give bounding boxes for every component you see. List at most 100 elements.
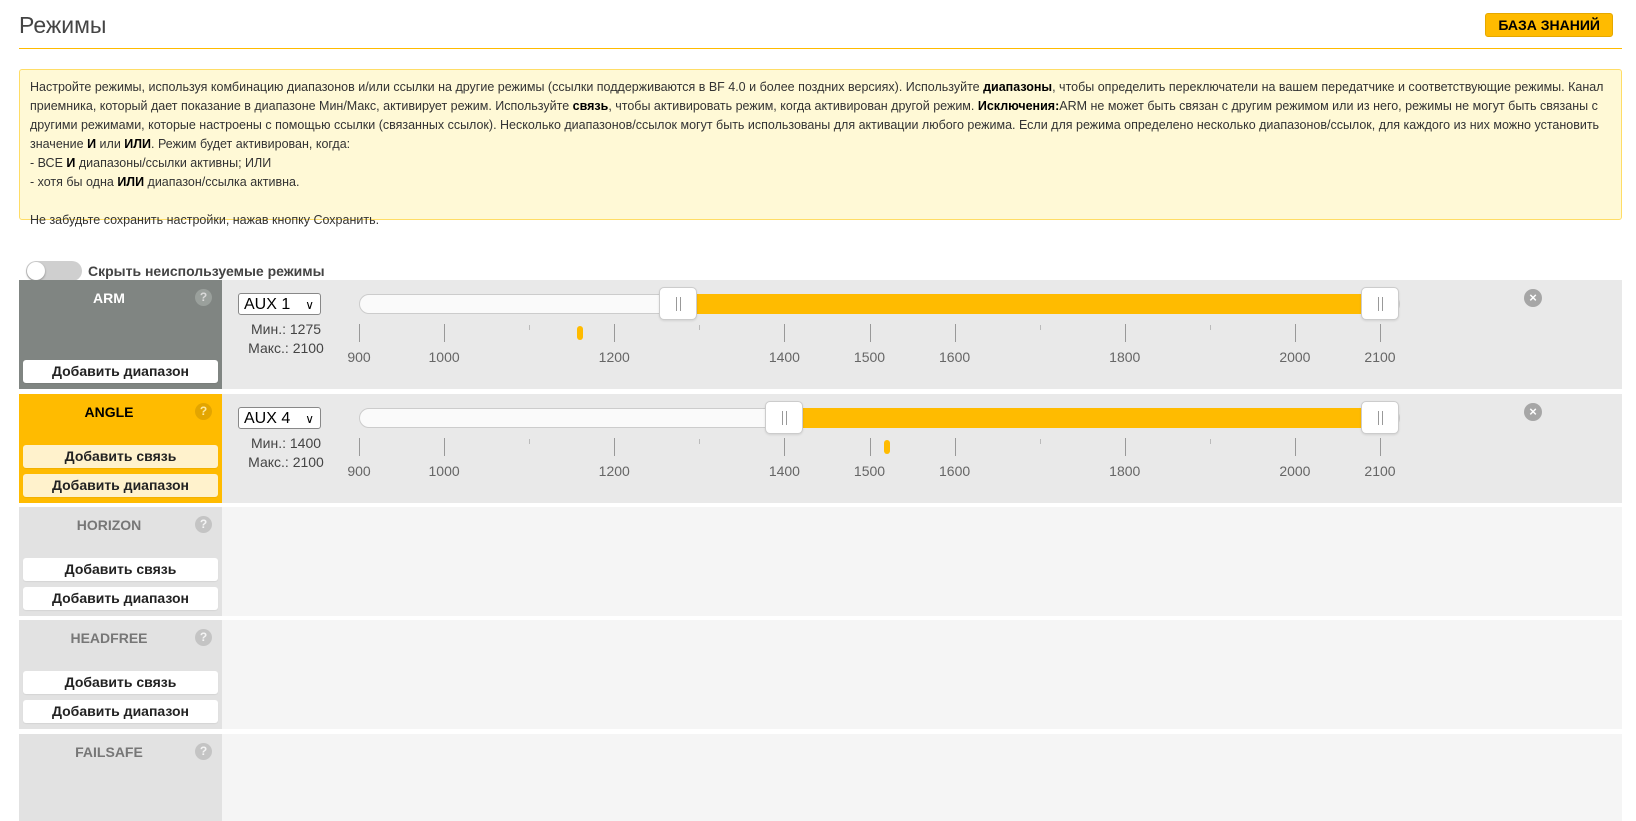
info-note: Настройте режимы, используя комбинацию д… (19, 69, 1622, 227)
scale-tick (1294, 438, 1296, 456)
note-paragraph: Настройте режимы, используя комбинацию д… (30, 80, 1604, 151)
scale-tick (614, 438, 616, 456)
page-header: Режимы БАЗА ЗНАНИЙ (19, 0, 1622, 49)
channel-value-marker (577, 326, 584, 340)
add-range-button[interactable]: Добавить диапазон (23, 360, 218, 383)
switch-knob (27, 262, 45, 280)
add-link-button[interactable]: Добавить связь (23, 558, 218, 581)
scale-tick-label: 1600 (939, 463, 971, 479)
add-link-button[interactable]: Добавить связь (23, 445, 218, 468)
mode-row-angle: ANGLE ? Добавить связь Добавить диапазон… (19, 394, 1622, 503)
range-min-label: Мин.: 1275 (250, 321, 322, 337)
scale-tick (359, 438, 360, 456)
mode-row-headfree: HEADFREE ? Добавить связь Добавить диапа… (19, 620, 1622, 729)
help-icon[interactable]: ? (195, 289, 212, 306)
range-max-label: Макс.: 2100 (248, 454, 324, 470)
mode-header: FAILSAFE ? (19, 734, 222, 821)
scale-tick-label: 1500 (853, 463, 886, 479)
scale-tick-label: 1000 (428, 463, 460, 479)
scale-tick-label: 1400 (768, 349, 800, 365)
scale-tick-minor (699, 439, 701, 444)
note-save-reminder: Не забудьте сохранить настройки, нажав к… (30, 213, 380, 227)
scale-tick (1124, 324, 1126, 342)
scale-tick (444, 438, 446, 456)
close-icon[interactable]: × (1524, 289, 1542, 307)
mode-header: HEADFREE ? Добавить связь Добавить диапа… (19, 620, 222, 729)
scale-tick (784, 438, 786, 456)
scale-tick-label: 1500 (853, 349, 886, 365)
mode-row-failsafe: FAILSAFE ? (19, 734, 1622, 821)
chevron-down-icon: ∨ (305, 412, 314, 426)
scale-tick (869, 438, 871, 456)
scale-tick-label: 1000 (428, 349, 460, 365)
scale-tick (1380, 438, 1381, 456)
hide-unused-switch[interactable] (26, 261, 82, 281)
range-fill (678, 294, 1380, 314)
scale-tick (444, 324, 446, 342)
mode-header: HORIZON ? Добавить связь Добавить диапаз… (19, 507, 222, 616)
scale-tick-minor (529, 325, 531, 330)
add-range-button[interactable]: Добавить диапазон (23, 700, 218, 723)
scale-tick-label: 1600 (939, 349, 971, 365)
help-icon[interactable]: ? (195, 743, 212, 760)
scale-tick (784, 324, 786, 342)
close-icon[interactable]: × (1524, 403, 1542, 421)
mode-name: HEADFREE (70, 630, 148, 646)
scale-tick-minor (1209, 325, 1211, 330)
aux-channel-select[interactable]: AUX 4 ∨ (238, 407, 321, 429)
range-min-handle[interactable] (765, 401, 804, 434)
mode-name: ARM (93, 290, 125, 306)
help-icon[interactable]: ? (195, 629, 212, 646)
scale-tick-label: 2100 (1364, 349, 1396, 365)
hide-unused-toggle-row: Скрыть неиспользуемые режимы (26, 261, 325, 281)
scale-tick (954, 438, 956, 456)
scale-tick (614, 324, 616, 342)
scale-tick-label: 2000 (1279, 463, 1311, 479)
chevron-down-icon: ∨ (305, 298, 314, 312)
help-icon[interactable]: ? (195, 403, 212, 420)
scale-tick-minor (1039, 439, 1041, 444)
hide-unused-label: Скрыть неиспользуемые режимы (88, 263, 325, 279)
aux-channel-select[interactable]: AUX 1 ∨ (238, 293, 321, 315)
range-max-handle[interactable] (1361, 287, 1399, 320)
wiki-button[interactable]: БАЗА ЗНАНИЙ (1485, 13, 1613, 37)
scale-tick-minor (1039, 325, 1041, 330)
scale-tick-minor (1209, 439, 1211, 444)
scale-tick-label: 900 (347, 349, 371, 365)
add-range-button[interactable]: Добавить диапазон (23, 587, 218, 610)
scale-tick (1380, 324, 1381, 342)
scale-tick (1294, 324, 1296, 342)
range-max-handle[interactable] (1361, 401, 1399, 434)
range-fill (784, 408, 1380, 428)
channel-value-marker (883, 440, 890, 454)
mode-row-arm: ARM ? Добавить диапазон AUX 1 ∨ Мин.: 127… (19, 280, 1622, 389)
range-min-handle[interactable] (659, 287, 698, 320)
mode-header: ANGLE ? Добавить связь Добавить диапазон (19, 394, 222, 503)
mode-row-horizon: HORIZON ? Добавить связь Добавить диапаз… (19, 507, 1622, 616)
scale-tick (869, 324, 871, 342)
mode-name: ANGLE (84, 404, 134, 420)
mode-name: FAILSAFE (75, 744, 143, 760)
note-list-item: - хотя бы одна ИЛИ диапазон/ссылка актив… (30, 175, 300, 189)
scale-tick-label: 1800 (1109, 463, 1141, 479)
range-max-label: Макс.: 2100 (248, 340, 324, 356)
scale-tick-label: 1800 (1109, 349, 1141, 365)
scale-tick-minor (699, 325, 701, 330)
mode-name: HORIZON (76, 517, 142, 533)
note-list-item: - ВСЕ И диапазоны/ссылки активны; ИЛИ (30, 156, 272, 170)
scale-tick-label: 1200 (598, 463, 630, 479)
scale-tick-minor (529, 439, 531, 444)
scale-tick (359, 324, 360, 342)
add-range-button[interactable]: Добавить диапазон (23, 474, 218, 497)
scale-tick-label: 1400 (768, 463, 800, 479)
scale-tick-label: 2100 (1364, 463, 1396, 479)
page-title: Режимы (19, 12, 107, 38)
help-icon[interactable]: ? (195, 516, 212, 533)
mode-header: ARM ? Добавить диапазон (19, 280, 222, 389)
scale-tick-label: 1200 (598, 349, 630, 365)
add-link-button[interactable]: Добавить связь (23, 671, 218, 694)
scale-tick-label: 2000 (1279, 349, 1311, 365)
scale-tick (1124, 438, 1126, 456)
scale-tick-label: 900 (347, 463, 371, 479)
range-min-label: Мин.: 1400 (250, 435, 322, 451)
